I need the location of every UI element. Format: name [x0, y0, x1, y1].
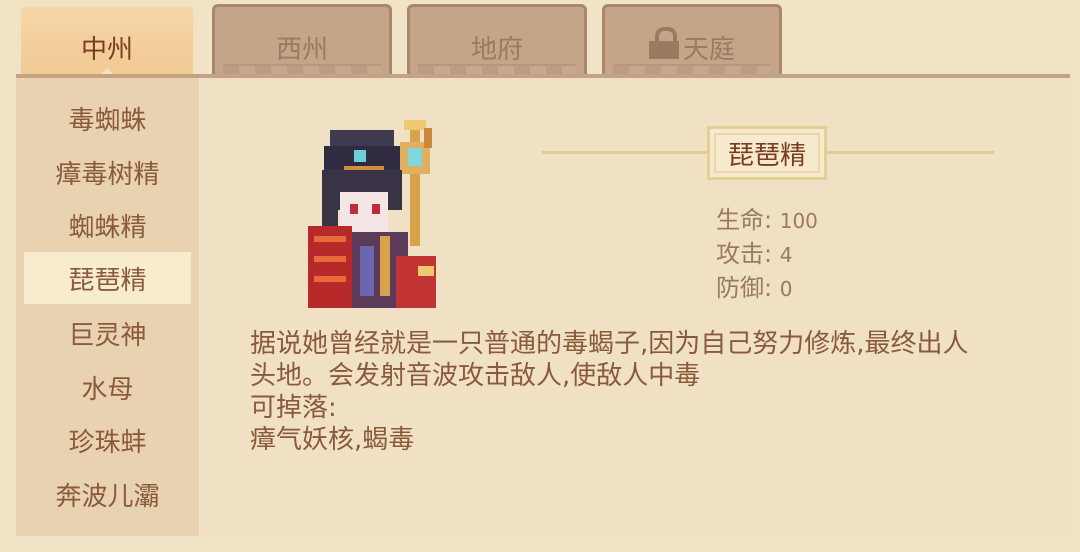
lock-icon: [648, 27, 679, 59]
monster-name-text: 琵琶精: [727, 140, 806, 171]
tab-label: 西州: [275, 35, 328, 65]
tab-label: 中州: [80, 35, 133, 65]
monster-stats: 生命: 100 攻击: 4 防御: 0: [716, 204, 818, 306]
stat-label: 生命:: [716, 206, 773, 234]
stat-value: 100: [779, 209, 818, 233]
nameplate-right-line: [826, 151, 994, 154]
stat-hp: 生命: 100: [716, 204, 818, 238]
description-line: 据说她曾经就是一只普通的毒蝎子,因为自己努力修炼,最终出人: [250, 329, 969, 359]
description-line: 头地。会发射音波攻击敌人,使敌人中毒: [250, 361, 701, 391]
tab-label: 地府: [470, 35, 523, 65]
tab-xizhou[interactable]: 西州: [212, 4, 392, 76]
stat-defense: 防御: 0: [716, 272, 818, 306]
list-item-selected[interactable]: 琵琶精: [24, 252, 191, 304]
list-item[interactable]: 珍珠蚌: [24, 414, 191, 466]
stat-label: 攻击:: [716, 240, 773, 268]
tab-zhongzhou[interactable]: 中州: [18, 4, 196, 82]
monster-name: 琵琶精: [707, 126, 827, 180]
stat-value: 0: [779, 277, 793, 301]
nameplate-left-line: [542, 151, 708, 154]
list-item[interactable]: 瘴毒树精: [24, 146, 191, 198]
tab-difu[interactable]: 地府: [407, 4, 587, 76]
drops-list: 瘴气妖核,蝎毒: [250, 425, 415, 455]
list-item[interactable]: 毒蜘蛛: [24, 92, 191, 144]
list-item[interactable]: 蜘蛛精: [24, 199, 191, 251]
stat-label: 防御:: [716, 274, 773, 302]
monster-list: 毒蜘蛛 瘴毒树精 蜘蛛精 琵琶精 巨灵神 水母 珍珠蚌 奔波儿灞: [16, 78, 199, 536]
monster-description: 据说她曾经就是一只普通的毒蝎子,因为自己努力修炼,最终出人 头地。会发射音波攻击…: [250, 328, 1010, 456]
tab-tianting[interactable]: 天庭: [602, 4, 782, 76]
list-item[interactable]: 奔波儿灞: [24, 468, 191, 520]
list-item[interactable]: 巨灵神: [24, 307, 191, 359]
stat-value: 4: [779, 243, 793, 267]
tab-label: 天庭: [682, 35, 735, 65]
stat-attack: 攻击: 4: [716, 238, 818, 272]
drops-label: 可掉落:: [250, 393, 337, 423]
monster-portrait: [308, 120, 436, 308]
list-item[interactable]: 水母: [24, 361, 191, 413]
